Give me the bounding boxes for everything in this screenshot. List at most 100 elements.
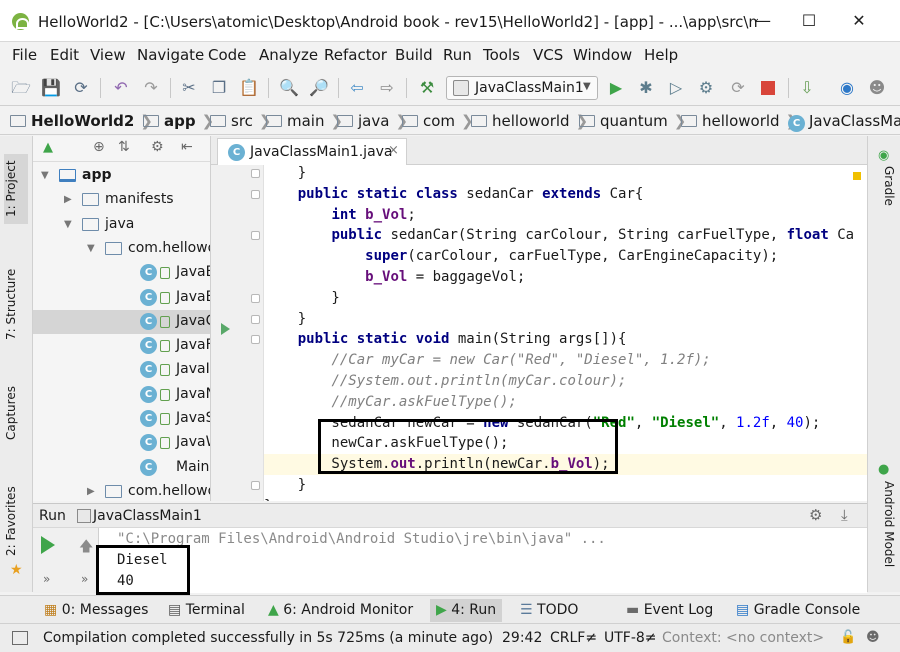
menu-help[interactable]: Help: [644, 46, 678, 64]
tool-tab-android-model[interactable]: Android Model: [872, 481, 896, 581]
tree-item[interactable]: ▶ com.hellowo: [33, 480, 210, 501]
tool-tab-terminal[interactable]: ▤ Terminal: [162, 599, 251, 622]
collapse-icon[interactable]: ⇅: [118, 139, 130, 155]
menu-navigate[interactable]: Navigate: [137, 46, 204, 64]
menu-refactor[interactable]: Refactor: [324, 46, 387, 64]
tool-tab-project[interactable]: 1: Project: [4, 154, 28, 224]
avatar-icon[interactable]: ☻: [866, 77, 888, 99]
tree-item[interactable]: ▼ java: [33, 213, 210, 237]
run-icon[interactable]: ▶: [605, 77, 627, 99]
run-console[interactable]: "C:\Program Files\Android\Android Studio…: [99, 528, 867, 593]
menu-tools[interactable]: Tools: [483, 46, 520, 64]
tool-tab-event-log[interactable]: ▬ Event Log: [620, 599, 719, 622]
minimize-button[interactable]: —: [740, 6, 786, 36]
breadcrumb-item[interactable]: main ❯: [266, 112, 343, 130]
menu-file[interactable]: File: [12, 46, 37, 64]
tree-item[interactable]: C JavaC: [33, 309, 210, 334]
find-icon[interactable]: 🔍: [278, 77, 300, 99]
hide-icon[interactable]: ⇤: [181, 139, 193, 155]
close-button[interactable]: ✕: [836, 6, 882, 36]
inspector-icon[interactable]: ☻: [866, 630, 880, 645]
chevron-down-icon[interactable]: ▼: [87, 243, 95, 254]
fold-marker[interactable]: [251, 335, 260, 345]
rerun-icon[interactable]: [41, 536, 55, 554]
back-icon[interactable]: ⇦: [346, 77, 368, 99]
close-tab-icon[interactable]: ×: [388, 143, 399, 158]
tree-item[interactable]: C JavaN: [33, 383, 210, 407]
sync-icon[interactable]: ⟳: [70, 77, 92, 99]
replace-icon[interactable]: 🔎: [308, 77, 330, 99]
tool-tab-gradle[interactable]: Gradle: [872, 166, 896, 226]
tree-item[interactable]: C Main: [33, 456, 210, 480]
gear-icon[interactable]: ⚙: [809, 506, 822, 524]
gear-icon[interactable]: ⚙: [151, 139, 164, 155]
android-view-icon[interactable]: ▲: [43, 140, 53, 155]
file-encoding[interactable]: UTF-8≠: [604, 630, 657, 646]
tool-tab-todo[interactable]: ☰ TODO: [514, 599, 584, 622]
tool-tab-run[interactable]: ▶ 4: Run: [430, 599, 503, 622]
menu-vcs[interactable]: VCS: [533, 46, 563, 64]
maximize-button[interactable]: ☐: [786, 6, 832, 36]
menu-window[interactable]: Window: [573, 46, 632, 64]
open-icon[interactable]: 🗁: [10, 77, 32, 99]
expand-icon[interactable]: »: [81, 572, 88, 586]
breadcrumb-item[interactable]: C JavaClassMa: [788, 112, 900, 132]
breadcrumb-item[interactable]: com ❯: [402, 112, 474, 130]
menu-view[interactable]: View: [90, 46, 126, 64]
fold-marker[interactable]: [251, 293, 260, 303]
undo-icon[interactable]: ↶: [110, 77, 132, 99]
tool-tab-gradle-console[interactable]: ▤ Gradle Console: [730, 599, 866, 622]
hide-icon[interactable]: ⤓: [841, 506, 848, 524]
tree-item[interactable]: C JavaW: [33, 431, 210, 455]
cursor-position[interactable]: 29:42: [502, 630, 542, 646]
chevron-right-icon[interactable]: ▶: [64, 194, 72, 205]
tree-item[interactable]: ▶ manifests: [33, 188, 210, 212]
tool-tab-favorites[interactable]: 2: Favorites: [4, 486, 28, 556]
run-gutter-icon[interactable]: [221, 323, 230, 335]
redo-icon[interactable]: ↷: [140, 77, 162, 99]
cut-icon[interactable]: ✂: [178, 77, 200, 99]
breadcrumb-item[interactable]: src ❯: [210, 112, 271, 130]
menu-run[interactable]: Run: [443, 46, 472, 64]
chevron-down-icon[interactable]: ▼: [41, 170, 49, 181]
attach-icon[interactable]: ⟳: [727, 77, 749, 99]
tool-tab-captures[interactable]: Captures: [4, 378, 28, 448]
menu-code[interactable]: Code: [208, 46, 246, 64]
fold-marker[interactable]: [251, 169, 260, 178]
tree-item[interactable]: C JavaB: [33, 261, 210, 285]
tool-tab-messages[interactable]: ▦ 0: Messages: [38, 599, 154, 622]
breadcrumb-item[interactable]: helloworld❯: [681, 112, 798, 130]
debug-icon[interactable]: ✱: [635, 77, 657, 99]
menu-edit[interactable]: Edit: [50, 46, 79, 64]
menu-analyze[interactable]: Analyze: [259, 46, 318, 64]
tree-item[interactable]: C JavaS: [33, 407, 210, 431]
avd-icon[interactable]: ◉: [836, 77, 858, 99]
fold-marker[interactable]: [251, 231, 260, 241]
expand-icon[interactable]: »: [43, 572, 50, 586]
fold-marker[interactable]: [251, 314, 260, 324]
fold-marker[interactable]: [251, 481, 260, 490]
tree-item[interactable]: ▼ app: [33, 164, 210, 188]
fold-marker[interactable]: [251, 189, 260, 199]
lock-icon[interactable]: 🔓: [840, 630, 856, 645]
target-icon[interactable]: ⊕: [93, 139, 105, 155]
forward-icon[interactable]: ⇨: [376, 77, 398, 99]
breadcrumb-item[interactable]: app ❯: [143, 112, 214, 130]
profile-icon[interactable]: ⚙: [695, 77, 717, 99]
run-config-dropdown[interactable]: JavaClassMain1 ▼: [446, 76, 598, 100]
tool-windows-icon[interactable]: [12, 631, 28, 645]
chevron-down-icon[interactable]: ▼: [64, 219, 72, 230]
breadcrumb-item[interactable]: java ❯: [337, 112, 408, 130]
tool-tab-structure[interactable]: 7: Structure: [4, 264, 28, 344]
tool-tab-android-monitor[interactable]: ▲ 6: Android Monitor: [262, 599, 419, 622]
build-icon[interactable]: ⚒: [416, 77, 438, 99]
tree-item[interactable]: C JavaB: [33, 286, 210, 310]
tree-item[interactable]: ▼ com.hellowo: [33, 237, 210, 261]
tree-item[interactable]: C JavaIf: [33, 358, 210, 382]
tab-javaclassmain1[interactable]: C JavaClassMain1.java ×: [217, 138, 407, 165]
breadcrumb-item[interactable]: quantum ❯: [579, 112, 686, 130]
line-separator[interactable]: CRLF≠: [550, 630, 597, 646]
paste-icon[interactable]: 📋: [238, 77, 260, 99]
save-icon[interactable]: 💾: [40, 77, 62, 99]
breadcrumb-item[interactable]: helloworld❯: [471, 112, 588, 130]
